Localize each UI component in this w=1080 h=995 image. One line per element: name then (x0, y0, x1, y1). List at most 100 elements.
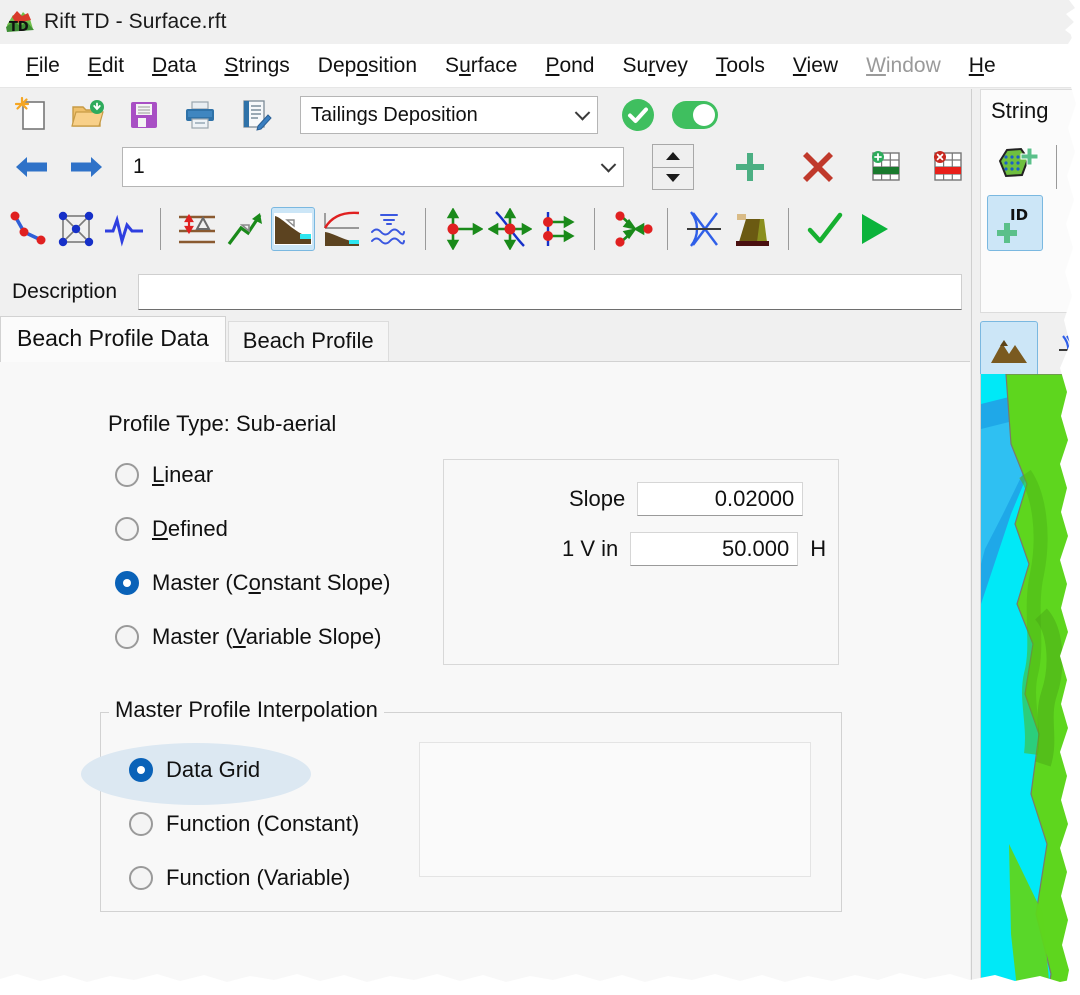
toolbar-separator (160, 208, 161, 250)
menu-deposition[interactable]: Deposition (304, 52, 431, 80)
water-waves-icon[interactable] (367, 207, 411, 251)
intersect-lines-icon[interactable] (682, 207, 726, 251)
toolbar-separator (594, 208, 595, 250)
spinner-up-button[interactable] (653, 145, 693, 168)
tab-beach-profile[interactable]: Beach Profile (227, 321, 389, 362)
slope-label: Slope (569, 486, 626, 511)
enable-toggle[interactable] (672, 101, 718, 129)
toolbar-separator (788, 208, 789, 250)
toolbar-separator (667, 208, 668, 250)
description-label: Description (12, 280, 118, 303)
new-document-icon[interactable] (10, 93, 54, 137)
embankment-icon[interactable] (730, 207, 774, 251)
slope-input[interactable] (637, 482, 804, 516)
radio-master-variable-slope[interactable]: Master (Variable Slope) (115, 624, 381, 650)
profile-curve-icon[interactable] (319, 207, 363, 251)
menu-file[interactable]: File (12, 52, 74, 80)
radio-label: Function (Variable) (166, 865, 351, 890)
title-bar: TD Rift TD - Surface.rft (0, 0, 1080, 44)
svg-text:TD: TD (9, 20, 29, 35)
run-play-icon[interactable] (851, 207, 895, 251)
arrow-right-icon[interactable] (64, 145, 108, 189)
print-icon[interactable] (178, 93, 222, 137)
menu-tools[interactable]: Tools (702, 52, 779, 80)
radio-indicator (129, 866, 153, 890)
elevation-delta-icon[interactable] (175, 207, 219, 251)
application-window: TD Rift TD - Surface.rft File Edit Data … (0, 0, 1080, 995)
move-node-icon[interactable] (440, 207, 484, 251)
right-panel-title: String (980, 89, 1080, 131)
table-add-row-icon[interactable] (864, 145, 908, 189)
radio-function-variable[interactable]: Function (Variable) (129, 865, 350, 891)
mesh-network-icon[interactable] (54, 207, 98, 251)
window-title: Rift TD - Surface.rft (44, 10, 227, 33)
master-profile-interpolation-group: Master Profile Interpolation Data Grid F… (81, 697, 842, 912)
terrain-map-icon[interactable] (980, 321, 1038, 379)
index-spinner[interactable] (652, 144, 694, 190)
radio-indicator (115, 517, 139, 541)
menu-surface[interactable]: Surface (431, 52, 531, 80)
right-panel-body: ID E (980, 131, 1080, 313)
arrow-left-icon[interactable] (10, 145, 54, 189)
menu-strings[interactable]: Strings (210, 52, 303, 80)
beach-profile-icon[interactable] (271, 207, 315, 251)
radio-data-grid[interactable]: Data Grid (129, 757, 260, 783)
intersect-icon[interactable] (1048, 321, 1080, 379)
right-panel-title-label: String (991, 97, 1049, 123)
slope-arrow-icon[interactable] (223, 207, 267, 251)
radio-label: Master (Variable Slope) (152, 624, 382, 649)
radio-label: Data Grid (166, 757, 261, 782)
save-floppy-icon[interactable] (122, 93, 166, 137)
curve-tool-icon[interactable] (1065, 137, 1080, 193)
plus-icon[interactable] (728, 145, 772, 189)
tab-strip: Beach Profile Data Beach Profile (0, 316, 970, 362)
offset-nodes-icon[interactable] (536, 207, 580, 251)
svg-text:ID: ID (1010, 206, 1028, 224)
profile-type-label: Profile Type: Sub-aerial (108, 411, 337, 436)
waveform-icon[interactable] (102, 207, 146, 251)
green-check-circle-icon[interactable] (616, 93, 660, 137)
radio-label: Master (Constant Slope) (152, 570, 391, 595)
interpolation-detail-box[interactable] (419, 742, 811, 877)
radio-label: Function (Constant) (166, 811, 360, 836)
menu-help[interactable]: He (955, 52, 1010, 80)
move-crossing-icon[interactable] (488, 207, 532, 251)
id-add-icon[interactable]: ID (987, 195, 1043, 251)
beach-profile-data-panel: Profile Type: Sub-aerial Linear Defined … (0, 361, 970, 995)
tab-label: Beach Profile Data (17, 325, 209, 351)
group-title: Master Profile Interpolation (109, 697, 384, 723)
table-delete-row-icon[interactable] (926, 145, 970, 189)
deposition-select[interactable]: Tailings Deposition (300, 96, 598, 134)
menu-window: Window (866, 53, 941, 77)
radio-indicator (115, 463, 139, 487)
radio-linear[interactable]: Linear (115, 462, 213, 488)
menu-edit[interactable]: Edit (74, 52, 138, 80)
polygon-add-icon[interactable] (989, 137, 1045, 193)
cross-icon[interactable] (796, 145, 840, 189)
right-panel: String ID (971, 89, 1080, 995)
radio-master-constant-slope[interactable]: Master (Constant Slope) (115, 570, 390, 596)
polyline-points-icon[interactable] (6, 207, 50, 251)
toolbar-file: Tailings Deposition (0, 89, 970, 141)
menu-data[interactable]: Data (138, 52, 210, 80)
radio-defined[interactable]: Defined (115, 516, 228, 542)
menu-view[interactable]: View (779, 52, 852, 80)
tab-beach-profile-data[interactable]: Beach Profile Data (0, 316, 226, 362)
confirm-check-icon[interactable] (803, 207, 847, 251)
menu-bar: File Edit Data Strings Deposition Surfac… (0, 44, 1080, 88)
open-folder-icon[interactable] (66, 93, 110, 137)
menu-pond[interactable]: Pond (531, 52, 608, 80)
spinner-down-button[interactable] (653, 167, 693, 189)
edit-notes-icon[interactable] (234, 93, 278, 137)
description-input[interactable] (138, 274, 962, 310)
ratio-input[interactable] (630, 532, 799, 566)
ratio-label: 1 V in (562, 536, 619, 561)
branch-points-icon[interactable] (609, 207, 653, 251)
index-select[interactable]: 1 (122, 147, 624, 187)
terrain-elevation-map[interactable] (980, 374, 1080, 995)
menu-survey[interactable]: Survey (609, 52, 702, 80)
rift-td-app-icon: TD (4, 7, 36, 37)
delete-line-icon[interactable]: E (1065, 195, 1080, 251)
index-select-value: 1 (133, 155, 145, 178)
radio-function-constant[interactable]: Function (Constant) (129, 811, 359, 837)
